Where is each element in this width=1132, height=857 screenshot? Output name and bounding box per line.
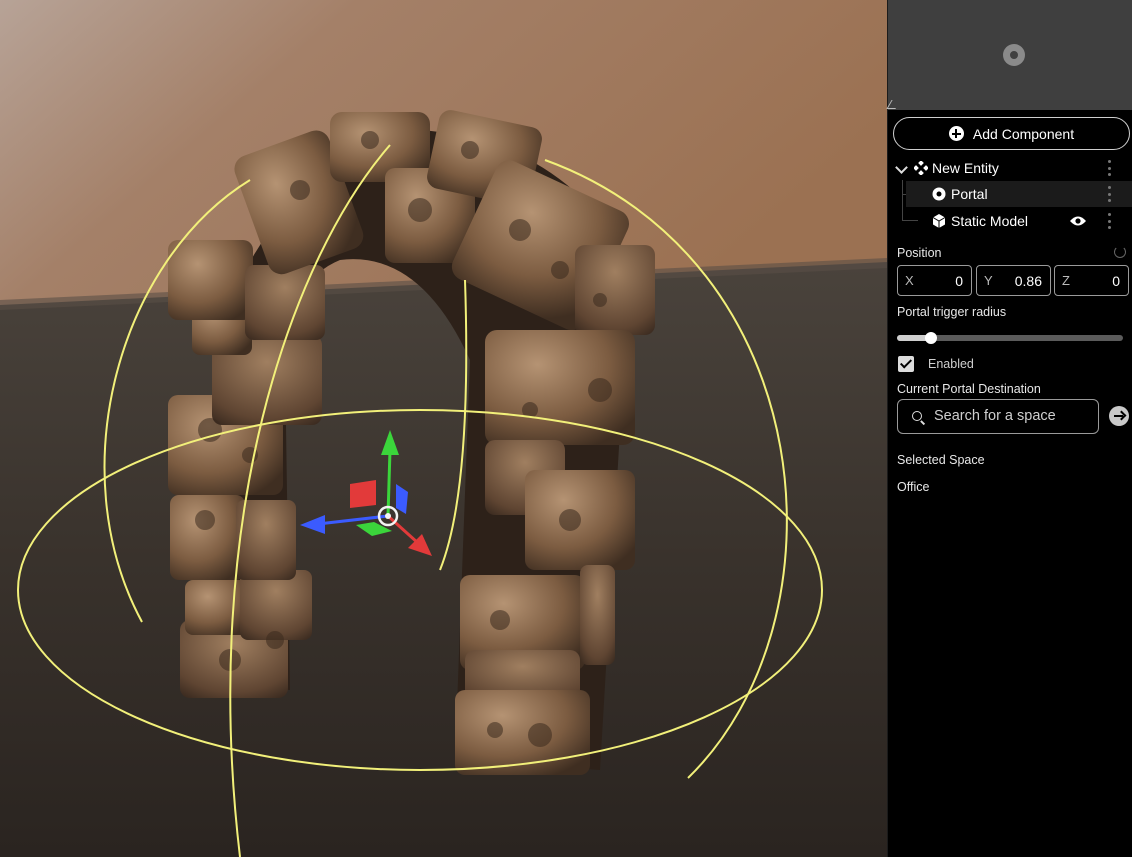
search-icon xyxy=(912,411,922,421)
kebab-icon[interactable] xyxy=(1108,213,1111,229)
reset-icon[interactable] xyxy=(1114,246,1126,258)
arrow-right-icon[interactable] xyxy=(1109,406,1129,426)
position-z-field[interactable]: Z 0 xyxy=(1054,265,1129,296)
axis-label-z: Z xyxy=(1062,273,1070,288)
kebab-icon[interactable] xyxy=(1108,160,1111,176)
enabled-label: Enabled xyxy=(928,357,974,371)
add-component-button[interactable]: Add Component xyxy=(893,117,1130,150)
component-label-portal: Portal xyxy=(951,186,988,202)
enabled-checkbox[interactable] xyxy=(898,356,914,372)
portal-icon xyxy=(932,187,946,201)
position-z-value: 0 xyxy=(1112,273,1120,289)
position-y-field[interactable]: Y 0.86 xyxy=(976,265,1051,296)
tree-item-static-model[interactable]: Static Model xyxy=(888,208,1132,234)
position-label: Position xyxy=(897,246,942,260)
trigger-radius-slider[interactable] xyxy=(897,332,1123,344)
component-label-static-model: Static Model xyxy=(951,213,1029,229)
chevron-down-icon[interactable] xyxy=(895,161,908,174)
axis-label-x: X xyxy=(905,273,914,288)
space-search-input[interactable]: Search for a space xyxy=(897,399,1099,434)
model-preview xyxy=(886,0,1132,110)
entity-label: New Entity xyxy=(932,160,999,176)
add-component-label: Add Component xyxy=(972,125,1075,142)
axis-label-y: Y xyxy=(984,273,993,288)
kebab-icon[interactable] xyxy=(1108,186,1111,202)
search-placeholder: Search for a space xyxy=(934,408,1056,424)
scene-viewport[interactable] xyxy=(0,0,887,857)
trigger-radius-label: Portal trigger radius xyxy=(897,305,1007,319)
tree-item-portal[interactable]: Portal xyxy=(888,181,1132,207)
destination-label: Current Portal Destination xyxy=(897,382,1041,396)
position-x-value: 0 xyxy=(955,273,963,289)
plus-icon xyxy=(948,126,964,141)
resize-handle-icon[interactable] xyxy=(886,100,901,109)
selected-space-label: Selected Space xyxy=(897,453,985,467)
preview-model-icon xyxy=(1003,44,1025,66)
position-y-value: 0.86 xyxy=(1014,273,1042,289)
position-x-field[interactable]: X 0 xyxy=(897,265,972,296)
tree-item-new-entity[interactable]: New Entity xyxy=(888,155,1132,181)
scene-canvas[interactable] xyxy=(0,0,887,857)
slider-thumb[interactable] xyxy=(924,332,937,344)
entity-icon xyxy=(914,161,928,175)
inspector-panel: Add Component New Entity Portal Static M… xyxy=(886,0,1132,857)
eye-icon[interactable] xyxy=(1070,215,1086,227)
selected-space-value: Office xyxy=(897,480,930,494)
cube-icon xyxy=(932,214,946,228)
